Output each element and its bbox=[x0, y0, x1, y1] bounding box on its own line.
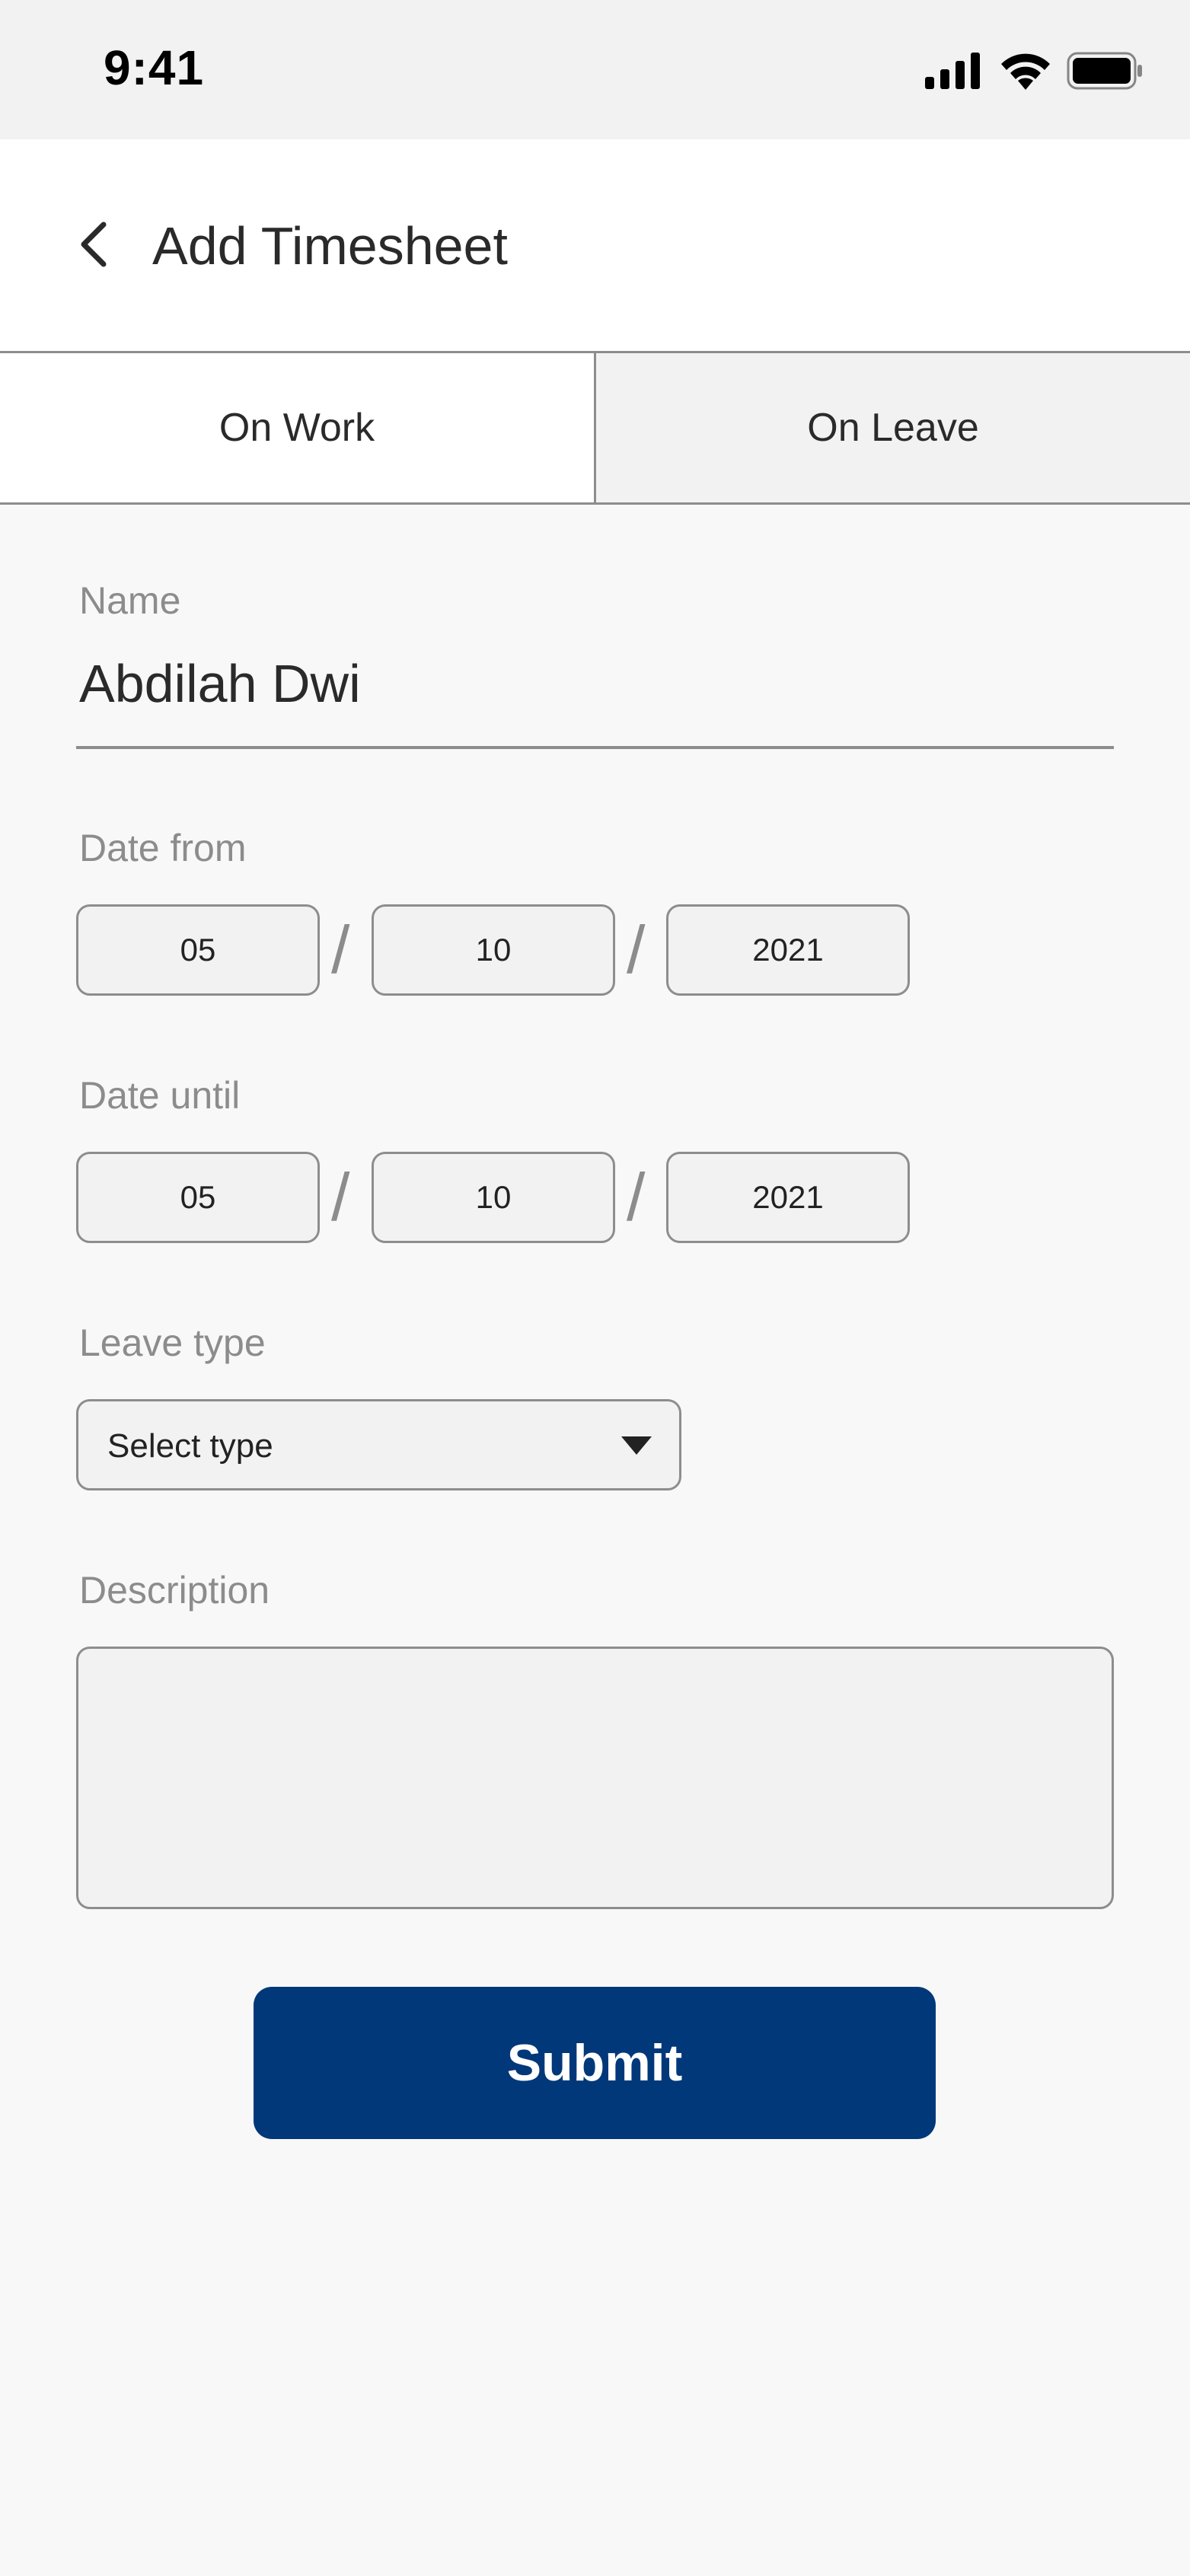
name-label: Name bbox=[79, 579, 181, 622]
date-until-day-input[interactable]: 05 bbox=[76, 1152, 320, 1243]
date-separator: / bbox=[331, 1159, 350, 1235]
status-icons bbox=[925, 52, 1144, 94]
page-title: Add Timesheet bbox=[152, 216, 508, 276]
tab-on-work[interactable]: On Work bbox=[0, 353, 596, 502]
tab-on-leave[interactable]: On Leave bbox=[596, 353, 1190, 502]
leave-type-placeholder: Select type bbox=[107, 1427, 273, 1465]
leave-type-select[interactable]: Select type bbox=[76, 1399, 681, 1490]
tab-bar: On Work On Leave bbox=[0, 351, 1190, 505]
date-separator: / bbox=[627, 1159, 646, 1235]
status-time: 9:41 bbox=[104, 40, 205, 95]
date-from-year-input[interactable]: 2021 bbox=[666, 904, 910, 996]
wifi-icon bbox=[1000, 52, 1051, 94]
date-until-row: 05 / 10 / 2021 bbox=[76, 1152, 914, 1243]
date-from-day-input[interactable]: 05 bbox=[76, 904, 320, 996]
leave-type-label: Leave type bbox=[79, 1321, 266, 1364]
chevron-left-icon bbox=[75, 220, 111, 273]
signal-icon bbox=[925, 53, 984, 93]
date-separator: / bbox=[627, 912, 646, 987]
name-field[interactable]: Abdilah Dwi bbox=[79, 653, 361, 714]
back-button[interactable] bbox=[62, 215, 123, 276]
app-header: Add Timesheet bbox=[0, 139, 1190, 351]
battery-icon bbox=[1067, 52, 1144, 94]
caret-down-icon bbox=[621, 1436, 652, 1455]
date-from-month-input[interactable]: 10 bbox=[372, 904, 615, 996]
name-underline bbox=[76, 746, 1114, 749]
description-textarea[interactable] bbox=[76, 1647, 1114, 1909]
date-until-label: Date until bbox=[79, 1074, 241, 1117]
date-from-row: 05 / 10 / 2021 bbox=[76, 904, 914, 996]
status-bar: 9:41 bbox=[0, 0, 1190, 139]
add-timesheet-screen: 9:41 Add Timesheet On Work On Leave Name… bbox=[0, 0, 1190, 2576]
date-until-year-input[interactable]: 2021 bbox=[666, 1152, 910, 1243]
description-label: Description bbox=[79, 1569, 270, 1612]
date-from-label: Date from bbox=[79, 827, 247, 869]
date-separator: / bbox=[331, 912, 350, 987]
submit-button[interactable]: Submit bbox=[254, 1987, 936, 2139]
date-until-month-input[interactable]: 10 bbox=[372, 1152, 615, 1243]
